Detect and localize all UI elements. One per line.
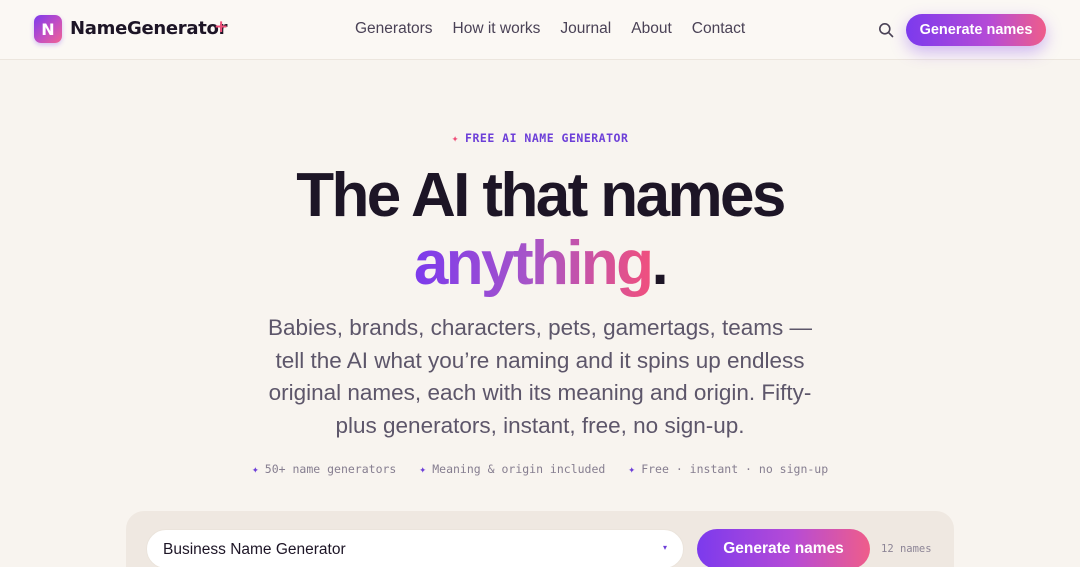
sparkle-icon: ✦ <box>451 131 460 145</box>
feature-label: Free · instant · no sign-up <box>641 462 829 476</box>
brand-name[interactable]: NameGenerator <box>70 18 227 39</box>
brand-plus-icon: + <box>214 17 229 37</box>
hero-headline-highlight-line: anything. <box>0 230 1080 298</box>
nav-item-generators[interactable]: Generators <box>355 20 433 38</box>
logo-icon[interactable]: N <box>34 15 62 43</box>
feature-item: ✦ Free · instant · no sign-up <box>628 462 828 476</box>
sparkle-icon: ✦ <box>419 462 427 476</box>
generate-names-button[interactable]: Generate names <box>697 529 870 567</box>
name-count-label: 12 names <box>881 543 932 555</box>
nav-item-about[interactable]: About <box>631 20 672 38</box>
nav-item-journal[interactable]: Journal <box>560 20 611 38</box>
site-header: N NameGenerator + Generators How it work… <box>0 0 1080 60</box>
feature-label: 50+ name generators <box>264 462 397 476</box>
eyebrow-text: FREE AI NAME GENERATOR <box>465 131 629 145</box>
generator-select-value: Business Name Generator <box>163 541 346 558</box>
main-nav: Generators How it works Journal About Co… <box>355 20 745 38</box>
header-generate-names-button[interactable]: Generate names <box>906 14 1046 46</box>
generator-select[interactable]: Business Name Generator ▾ <box>146 529 684 567</box>
sparkle-icon: ✦ <box>251 462 259 476</box>
headline-dot: . <box>651 229 668 298</box>
hero-eyebrow: ✦ FREE AI NAME GENERATOR <box>0 131 1080 145</box>
nav-item-contact[interactable]: Contact <box>692 20 745 38</box>
sparkle-icon: ✦ <box>628 462 636 476</box>
feature-item: ✦ Meaning & origin included <box>419 462 605 476</box>
headline-highlight-word: anything <box>413 229 654 298</box>
chevron-down-icon: ▾ <box>662 543 667 552</box>
feature-list: ✦ 50+ name generators ✦ Meaning & origin i… <box>0 462 1080 476</box>
hero-headline: The AI that names <box>296 161 786 230</box>
feature-label: Meaning & origin included <box>432 462 606 476</box>
nav-item-how-it-works[interactable]: How it works <box>453 20 541 38</box>
search-icon[interactable] <box>878 22 894 38</box>
hero-subtitle: Babies, brands, characters, pets, gamert… <box>268 315 812 438</box>
feature-item: ✦ 50+ name generators <box>252 462 397 476</box>
